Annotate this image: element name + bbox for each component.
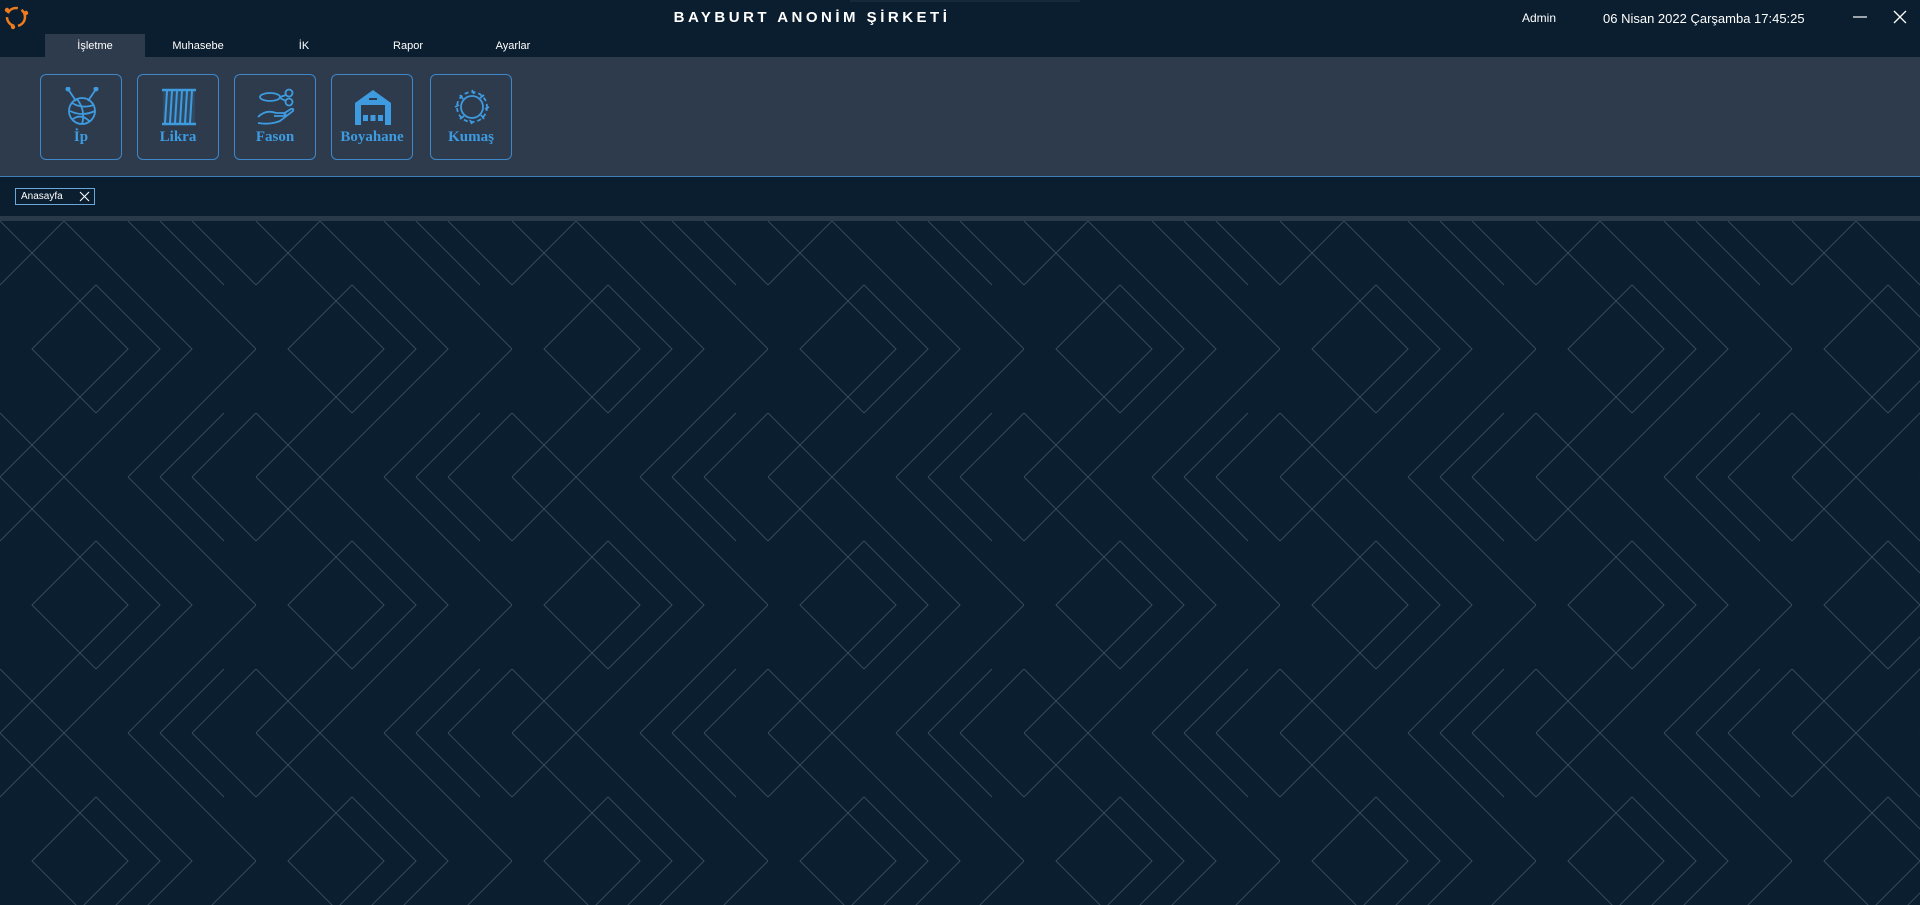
warehouse-icon	[355, 90, 391, 125]
doc-tab-label: Anasayfa	[21, 191, 63, 202]
kumas-label: Kumaş	[448, 129, 494, 145]
fason-button[interactable]: Fason	[234, 74, 316, 160]
spool-icon	[162, 88, 196, 126]
title-bar: BAYBURT ANONİM ŞİRKETİ Admin 06 Nisan 20…	[0, 0, 1920, 34]
yarn-ball-icon	[65, 87, 99, 125]
tab-ayarlar[interactable]: Ayarlar	[463, 34, 563, 57]
hand-thread-icon	[257, 88, 295, 125]
fason-label: Fason	[255, 129, 295, 145]
main-menu: İşletme Muhasebe İK Rapor Ayarlar	[0, 34, 1920, 57]
ribbon-toolbar: İp Likra Fason Boyahane Kumaş	[0, 57, 1920, 177]
likra-button[interactable]: Likra	[137, 74, 219, 160]
document-tab-strip: Anasayfa	[0, 178, 1920, 216]
tab-rapor[interactable]: Rapor	[358, 34, 458, 57]
current-datetime: 06 Nisan 2022 Çarşamba 17:45:25	[1603, 11, 1805, 26]
close-tab-icon[interactable]	[78, 190, 91, 203]
current-user: Admin	[1522, 11, 1557, 25]
minimize-icon	[1853, 16, 1867, 18]
doc-tab-anasayfa[interactable]: Anasayfa	[15, 188, 95, 205]
fabric-wreath-icon	[454, 89, 490, 125]
boyahane-label: Boyahane	[340, 129, 404, 145]
app-title: BAYBURT ANONİM ŞİRKETİ	[673, 9, 951, 26]
workspace-area	[0, 221, 1920, 905]
ip-label: İp	[73, 129, 89, 145]
tab-isletme[interactable]: İşletme	[45, 34, 145, 57]
tab-ik[interactable]: İK	[254, 34, 354, 57]
close-window-button[interactable]	[1883, 4, 1917, 30]
ip-button[interactable]: İp	[40, 74, 122, 160]
close-icon	[1893, 10, 1907, 24]
background-pattern	[0, 221, 1920, 905]
boyahane-button[interactable]: Boyahane	[331, 74, 413, 160]
likra-label: Likra	[159, 129, 197, 145]
kumas-button[interactable]: Kumaş	[430, 74, 512, 160]
minimize-button[interactable]	[1843, 4, 1877, 30]
tab-muhasebe[interactable]: Muhasebe	[148, 34, 248, 57]
title-accent-line	[850, 0, 1080, 2]
app-window: BAYBURT ANONİM ŞİRKETİ Admin 06 Nisan 20…	[0, 0, 1920, 905]
